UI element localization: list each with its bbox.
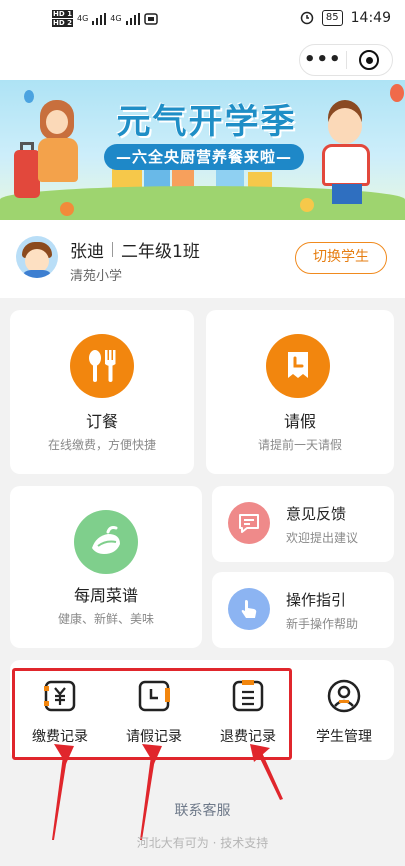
status-bar: HD 1 HD 2 4G 4G 85 14:49	[0, 0, 405, 38]
student-manage-button[interactable]: 学生管理	[302, 670, 386, 750]
promo-banner[interactable]: 元气开学季 —六全央厨营养餐来啦—	[0, 80, 405, 220]
student-info: 张迪 二年级1班	[70, 237, 200, 262]
status-right: 85 14:49	[300, 10, 391, 26]
guide-title: 操作指引	[286, 591, 347, 609]
banner-title: 元气开学季	[116, 102, 297, 142]
guide-subtitle: 新手操作帮助	[286, 617, 359, 631]
hd2-badge: HD 2	[52, 19, 73, 27]
girl-face	[46, 110, 68, 134]
utensils-icon	[70, 334, 134, 398]
feedback-subtitle: 欢迎提出建议	[286, 531, 359, 545]
leave-calendar-icon	[266, 334, 330, 398]
suitcase-illustration	[14, 150, 40, 198]
order-subtitle: 在线缴费，方便快捷	[47, 438, 156, 452]
boy-pants	[332, 184, 362, 204]
weekly-menu-title: 每周菜谱	[73, 586, 138, 605]
red-arrow-icon	[250, 744, 283, 800]
leave-card[interactable]: 请假 请提前一天请假	[206, 310, 394, 474]
close-button[interactable]	[346, 50, 392, 70]
signal-bars-icon	[92, 12, 107, 25]
signal2-label: 4G	[110, 14, 122, 23]
student-class: 二年级1班	[121, 242, 200, 262]
banner-subtitle: —六全央厨营养餐来啦—	[104, 144, 304, 170]
pointer-hand-icon	[228, 588, 270, 630]
switch-student-button[interactable]: 切换学生	[295, 242, 387, 274]
feedback-card[interactable]: 意见反馈 欢迎提出建议	[212, 486, 394, 562]
info-divider	[112, 242, 113, 257]
balloon-decoration	[390, 84, 404, 102]
feedback-title: 意见反馈	[286, 505, 347, 523]
miniprogram-capsule: •••	[299, 44, 393, 76]
signal1-label: 4G	[76, 14, 89, 23]
contact-support-link[interactable]: 联系客服	[0, 800, 405, 820]
boy-illustration	[328, 108, 362, 144]
leave-title: 请假	[283, 412, 316, 431]
avatar	[16, 236, 58, 278]
red-arrow-icon	[140, 744, 162, 840]
clock: 14:49	[350, 10, 391, 26]
vegetable-icon	[74, 510, 138, 574]
weekly-menu-subtitle: 健康、新鲜、美味	[57, 612, 154, 626]
feedback-icon	[228, 502, 270, 544]
weekly-menu-card[interactable]: 每周菜谱 健康、新鲜、美味	[10, 486, 202, 648]
order-title: 订餐	[85, 412, 118, 431]
student-name: 张迪	[70, 242, 104, 262]
signal-indicators: HD 1 HD 2 4G 4G	[52, 10, 158, 27]
signal-bars-icon	[125, 12, 140, 25]
footer-credit: 河北大有可为 · 技术支持	[136, 836, 269, 850]
order-card[interactable]: 订餐 在线缴费，方便快捷	[10, 310, 194, 474]
battery-indicator: 85	[321, 10, 343, 26]
balloon-decoration	[24, 90, 34, 103]
red-arrow-icon	[52, 744, 74, 840]
alarm-icon	[300, 11, 314, 25]
message-icon	[143, 12, 158, 25]
leave-subtitle: 请提前一天请假	[257, 438, 342, 452]
student-card: 张迪 二年级1班 清苑小学 切换学生	[0, 220, 405, 298]
more-button[interactable]: •••	[300, 46, 346, 74]
student-manage-label: 学生管理	[316, 729, 372, 745]
hd1-badge: HD 1	[52, 10, 73, 18]
boy-body	[322, 144, 370, 186]
guide-card[interactable]: 操作指引 新手操作帮助	[212, 572, 394, 648]
flower-decoration	[60, 202, 74, 216]
flower-decoration	[300, 198, 314, 212]
nav-bar: •••	[0, 38, 405, 80]
school-name: 清苑小学	[70, 269, 123, 284]
student-manage-icon	[327, 679, 361, 713]
target-icon	[359, 50, 380, 70]
girl-body	[38, 138, 78, 182]
